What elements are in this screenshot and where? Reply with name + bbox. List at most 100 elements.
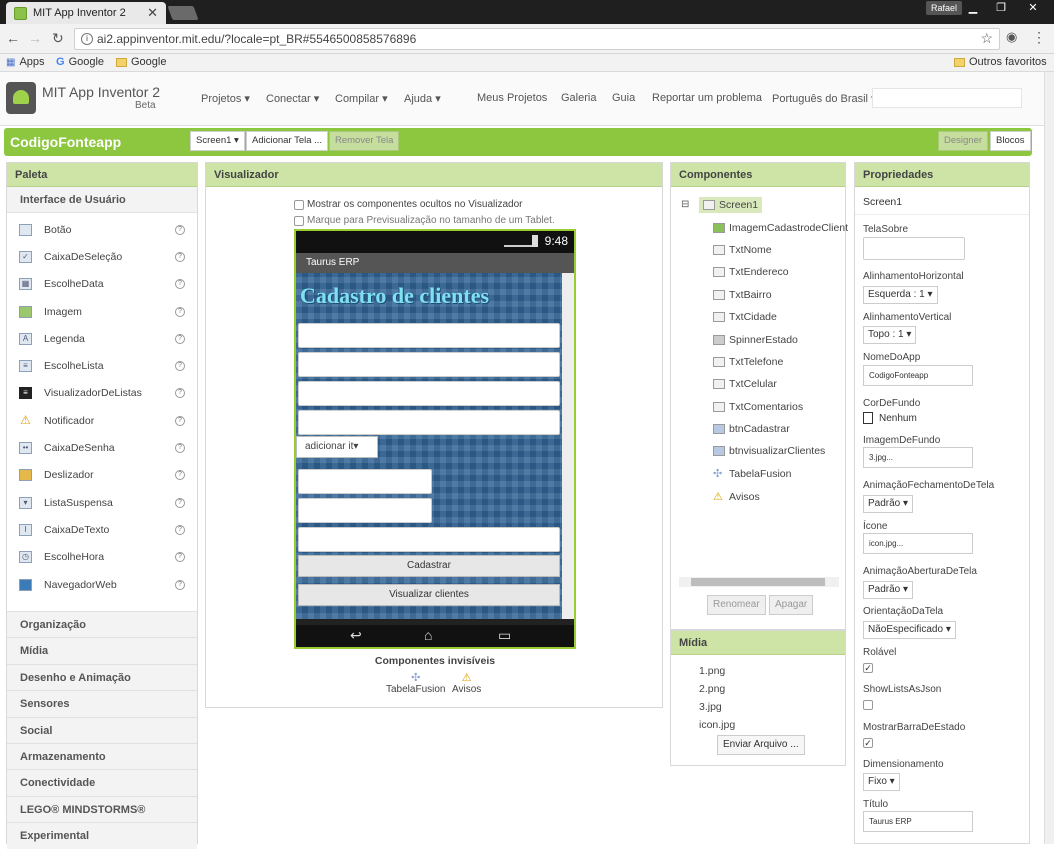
menu-meus-projetos[interactable]: Meus Projetos [477, 92, 547, 104]
page-scrollbar[interactable] [1044, 72, 1054, 844]
tree-item[interactable]: TxtBairro [713, 289, 772, 301]
browser-tab[interactable]: MIT App Inventor 2 ✕ [6, 2, 166, 24]
help-icon[interactable]: ? [175, 224, 185, 235]
about-textarea[interactable] [863, 237, 965, 260]
info-icon[interactable]: i [81, 33, 93, 45]
new-tab-button[interactable] [167, 6, 199, 20]
help-icon[interactable]: ? [175, 524, 185, 535]
help-icon[interactable]: ? [175, 251, 185, 262]
palette-category-connectivity[interactable]: Conectividade [7, 769, 197, 796]
user-profile-badge[interactable]: Rafael [926, 1, 963, 15]
invisible-avisos[interactable]: ⚠ Avisos [452, 671, 481, 695]
media-file[interactable]: 1.png [699, 665, 725, 677]
palette-category-sensors[interactable]: Sensores [7, 690, 197, 717]
txt-bairro-field[interactable] [298, 381, 560, 406]
help-icon[interactable]: ? [175, 497, 185, 508]
tree-item[interactable]: btnCadastrar [713, 423, 790, 435]
register-heading-image[interactable]: Cadastro de clientes [300, 283, 489, 309]
checkbox-box[interactable] [294, 215, 304, 226]
tree-item[interactable]: TxtNome [713, 244, 772, 256]
blocks-button[interactable]: Blocos [990, 131, 1031, 151]
palette-category-storage[interactable]: Armazenamento [7, 742, 197, 770]
scrollable-checkbox[interactable] [863, 663, 873, 673]
tree-item[interactable]: ✣ TabelaFusion [713, 467, 791, 481]
sizing-select[interactable]: Fixo ▾ [863, 773, 900, 791]
palette-item-notifier[interactable]: ⚠ Notificador? [7, 407, 197, 434]
upload-file-button[interactable]: Enviar Arquivo ... [717, 735, 805, 755]
palette-category-layout[interactable]: Organização [7, 611, 197, 638]
orientation-select[interactable]: NãoEspecificado ▾ [863, 621, 956, 639]
halign-select[interactable]: Esquerda : 1 ▾ [863, 286, 938, 304]
tablet-preview-checkbox[interactable]: Marque para Previsualização no tamanho d… [294, 215, 555, 226]
help-icon[interactable]: ? [175, 306, 185, 317]
showlists-checkbox[interactable] [863, 700, 873, 710]
tree-item[interactable]: btnvisualizarClientes [713, 445, 825, 457]
tree-item[interactable]: TxtComentarios [713, 401, 803, 413]
help-icon[interactable]: ? [175, 552, 185, 563]
palette-item-listview[interactable]: ≡ VisualizadorDeListas? [7, 380, 197, 407]
txt-comentarios-field[interactable] [298, 527, 560, 552]
star-icon[interactable]: ☆ [980, 28, 993, 48]
extension-icon[interactable]: ◉ [1006, 29, 1017, 45]
menu-compilar[interactable]: Compilar ▾ [335, 92, 388, 105]
scroll-thumb[interactable] [691, 578, 825, 586]
tree-item[interactable]: TxtEndereco [713, 266, 789, 278]
menu-galeria[interactable]: Galeria [561, 92, 596, 104]
menu-idioma[interactable]: Português do Brasil ▾ [772, 92, 877, 105]
help-icon[interactable]: ? [175, 279, 185, 290]
menu-reportar[interactable]: Reportar um problema [652, 92, 762, 104]
media-file[interactable]: 3.jpg [699, 701, 722, 713]
palette-category-drawing[interactable]: Desenho e Animação [7, 663, 197, 691]
palette-item-listpicker[interactable]: ≡ EscolheLista? [7, 352, 197, 379]
statusbar-checkbox[interactable] [863, 738, 873, 748]
palette-item-textbox[interactable]: I CaixaDeTexto? [7, 516, 197, 543]
media-file[interactable]: icon.jpg [699, 719, 735, 731]
bookmark-apps[interactable]: ▦ Apps [6, 56, 45, 68]
reload-icon[interactable]: ↻ [52, 30, 64, 47]
palette-item-label[interactable]: A Legenda? [7, 325, 197, 352]
phone-scrollbar[interactable] [562, 273, 574, 619]
visualizar-clientes-button[interactable]: Visualizar clientes [298, 584, 560, 606]
palette-item-passwordtextbox[interactable]: •• CaixaDeSenha? [7, 434, 197, 461]
palette-item-spinner[interactable]: ▾ ListaSuspensa? [7, 489, 197, 516]
openanim-select[interactable]: Padrão ▾ [863, 581, 914, 599]
minimize-icon[interactable]: ▁ [960, 0, 986, 16]
palette-category-lego[interactable]: LEGO® MINDSTORMS® [7, 795, 197, 823]
menu-icon[interactable]: ⋮ [1032, 29, 1046, 46]
media-file[interactable]: 2.png [699, 683, 725, 695]
palette-category-social[interactable]: Social [7, 716, 197, 743]
show-hidden-checkbox[interactable]: Mostrar os componentes ocultos no Visual… [294, 199, 522, 210]
tree-item[interactable]: ⚠ Avisos [713, 490, 760, 504]
txt-telefone-field[interactable] [298, 469, 432, 494]
help-icon[interactable]: ? [175, 388, 185, 399]
cadastrar-button[interactable]: Cadastrar [298, 555, 560, 577]
screen-select[interactable]: Screen1 ▾ [190, 131, 245, 151]
palette-category-experimental[interactable]: Experimental [7, 822, 197, 849]
menu-guia[interactable]: Guia [612, 92, 635, 104]
back-icon[interactable]: ← [6, 30, 20, 46]
txt-nome-field[interactable] [298, 323, 560, 348]
checkbox-box[interactable] [294, 199, 304, 210]
help-icon[interactable]: ? [175, 579, 185, 590]
horizontal-scrollbar[interactable] [679, 577, 839, 587]
palette-category-media[interactable]: Mídia [7, 637, 197, 664]
remove-screen-button[interactable]: Remover Tela [329, 131, 400, 151]
help-icon[interactable]: ? [175, 333, 185, 344]
palette-item-image[interactable]: Imagem? [7, 298, 197, 325]
txt-celular-field[interactable] [298, 498, 432, 523]
close-tab-icon[interactable]: ✕ [147, 5, 158, 21]
palette-item-timepicker[interactable]: ◷ EscolheHora? [7, 544, 197, 571]
bookmark-google-2[interactable]: Google [116, 56, 166, 68]
help-icon[interactable]: ? [175, 443, 185, 454]
menu-projetos[interactable]: Projetos ▾ [201, 92, 250, 105]
invisible-tabelafusion[interactable]: ✣ TabelaFusion [386, 671, 445, 695]
collapse-icon[interactable]: ⊟ [681, 199, 689, 210]
url-input[interactable]: i ai2.appinventor.mit.edu/?locale=pt_BR#… [74, 28, 1000, 50]
tree-item[interactable]: TxtCidade [713, 311, 777, 323]
palette-section-user-interface[interactable]: Interface de Usuário [7, 187, 197, 213]
palette-item-button[interactable]: Botão? [7, 216, 197, 243]
forward-icon[interactable]: → [28, 30, 42, 46]
appname-input[interactable]: CodigoFonteapp [863, 365, 973, 386]
header-search-input[interactable] [872, 88, 1022, 108]
txt-endereco-field[interactable] [298, 352, 560, 377]
